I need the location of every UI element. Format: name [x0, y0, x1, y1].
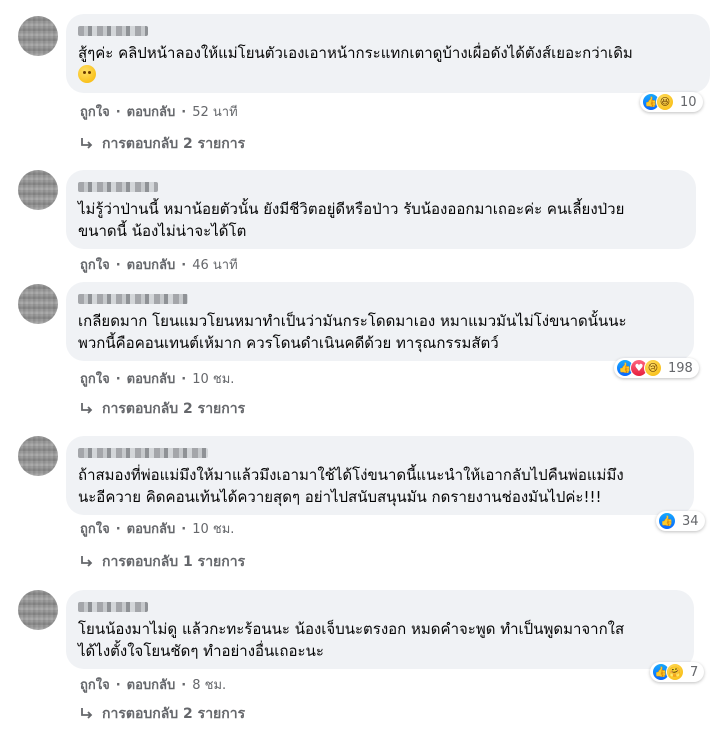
comment-text: เกลียดมาก โยนแมวโยนหมาทำเป็นว่ามันกระโดด… [78, 312, 627, 352]
reaction-count: 10 [680, 94, 697, 110]
reaction-summary[interactable]: 👍 34 [656, 511, 705, 531]
reaction-summary[interactable]: 👍 😆 10 [640, 92, 703, 112]
comment-actions: ถูกใจ · ตอบกลับ · 8 ชม. [80, 677, 227, 695]
reply-button[interactable]: ตอบกลับ [127, 257, 176, 275]
view-replies-link[interactable]: การตอบกลับ 1 รายการ [80, 552, 245, 572]
reaction-count: 34 [682, 513, 699, 529]
timestamp[interactable]: 10 ชม. [192, 521, 234, 539]
timestamp[interactable]: 8 ชม. [192, 677, 226, 695]
timestamp[interactable]: 10 ชม. [192, 371, 234, 389]
like-reaction-icon: 👍 [658, 512, 676, 530]
comment-bubble: เกลียดมาก โยนแมวโยนหมาทำเป็นว่ามันกระโดด… [66, 282, 694, 361]
like-button[interactable]: ถูกใจ [80, 257, 110, 275]
reply-button[interactable]: ตอบกลับ [127, 104, 176, 122]
commenter-name-blurred[interactable] [78, 178, 684, 196]
care-reaction-icon: 🤗 [666, 663, 684, 681]
reply-button[interactable]: ตอบกลับ [127, 677, 176, 695]
comment-actions: ถูกใจ · ตอบกลับ · 46 นาที [80, 257, 238, 275]
reaction-count: 7 [690, 664, 699, 680]
like-button[interactable]: ถูกใจ [80, 677, 110, 695]
smile-emoji-icon [78, 65, 96, 83]
haha-reaction-icon: 😆 [656, 93, 674, 111]
reply-arrow-icon [80, 707, 94, 721]
like-button[interactable]: ถูกใจ [80, 521, 110, 539]
comment-bubble: ถ้าสมองที่พ่อแม่มึงให้มาแล้วมึงเอามาใช้ไ… [66, 436, 694, 515]
avatar[interactable] [18, 170, 58, 210]
comment-text: โยนน้องมาไม่ดู แล้วกะทะร้อนนะ น้องเจ็บนะ… [78, 620, 625, 660]
reply-button[interactable]: ตอบกลับ [127, 371, 176, 389]
avatar[interactable] [18, 436, 58, 476]
timestamp[interactable]: 46 นาที [192, 257, 237, 275]
commenter-name-blurred[interactable] [78, 598, 682, 616]
comment-bubble: ไม่รู้ว่าป่านนี้ หมาน้อยตัวนั้น ยังมีชีว… [66, 170, 696, 249]
view-replies-link[interactable]: การตอบกลับ 2 รายการ [80, 134, 245, 154]
reply-button[interactable]: ตอบกลับ [127, 521, 176, 539]
sad-reaction-icon: 😢 [644, 359, 662, 377]
comment-bubble: สู้ๆค่ะ คลิปหน้าลองให้แม่โยนตัวเองเอาหน้… [66, 14, 710, 93]
comment-actions: ถูกใจ · ตอบกลับ · 52 นาที [80, 104, 238, 122]
avatar[interactable] [18, 590, 58, 630]
comment-text: สู้ๆค่ะ คลิปหน้าลองให้แม่โยนตัวเองเอาหน้… [78, 42, 698, 86]
commenter-name-blurred[interactable] [78, 22, 698, 40]
reply-arrow-icon [80, 402, 94, 416]
reply-arrow-icon [80, 137, 94, 151]
reply-arrow-icon [80, 555, 94, 569]
view-replies-link[interactable]: การตอบกลับ 2 รายการ [80, 704, 245, 724]
avatar[interactable] [18, 16, 58, 56]
timestamp[interactable]: 52 นาที [192, 104, 237, 122]
reaction-summary[interactable]: 👍 ♥ 😢 198 [614, 358, 699, 378]
comment-actions: ถูกใจ · ตอบกลับ · 10 ชม. [80, 371, 235, 389]
commenter-name-blurred[interactable] [78, 290, 682, 308]
comment-text: ไม่รู้ว่าป่านนี้ หมาน้อยตัวนั้น ยังมีชีว… [78, 200, 625, 240]
commenter-name-blurred[interactable] [78, 444, 682, 462]
view-replies-link[interactable]: การตอบกลับ 2 รายการ [80, 399, 245, 419]
comment-text: ถ้าสมองที่พ่อแม่มึงให้มาแล้วมึงเอามาใช้ไ… [78, 466, 624, 506]
comment-actions: ถูกใจ · ตอบกลับ · 10 ชม. [80, 521, 235, 539]
avatar[interactable] [18, 284, 58, 324]
like-button[interactable]: ถูกใจ [80, 371, 110, 389]
like-button[interactable]: ถูกใจ [80, 104, 110, 122]
reaction-count: 198 [668, 360, 693, 376]
reaction-summary[interactable]: 👍 🤗 7 [650, 662, 705, 682]
comment-bubble: โยนน้องมาไม่ดู แล้วกะทะร้อนนะ น้องเจ็บนะ… [66, 590, 694, 669]
